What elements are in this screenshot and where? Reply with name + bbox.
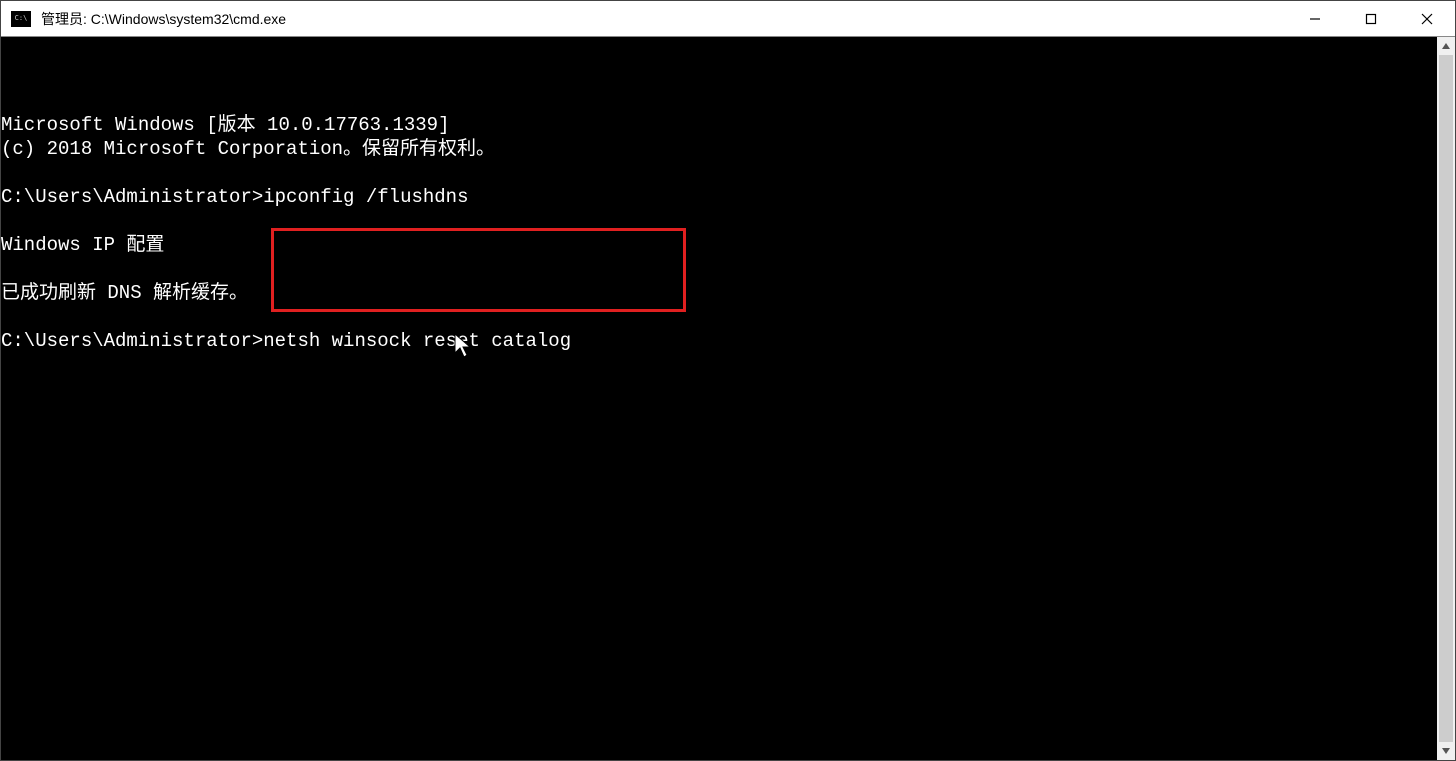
maximize-button[interactable]: [1343, 1, 1399, 36]
terminal-line: Windows IP 配置: [1, 233, 1437, 257]
terminal-line: C:\Users\Administrator>ipconfig /flushdn…: [1, 185, 1437, 209]
terminal-line: (c) 2018 Microsoft Corporation。保留所有权利。: [1, 137, 1437, 161]
terminal-line: [1, 161, 1437, 185]
titlebar[interactable]: 管理员: C:\Windows\system32\cmd.exe: [1, 1, 1455, 37]
scrollbar-up-arrow-icon[interactable]: [1437, 37, 1455, 55]
window-controls: [1287, 1, 1455, 36]
window-title: 管理员: C:\Windows\system32\cmd.exe: [41, 9, 1287, 29]
minimize-button[interactable]: [1287, 1, 1343, 36]
terminal-line: C:\Users\Administrator>netsh winsock res…: [1, 329, 1437, 353]
terminal-line: 已成功刷新 DNS 解析缓存。: [1, 281, 1437, 305]
cmd-window: 管理员: C:\Windows\system32\cmd.exe Microso…: [0, 0, 1456, 761]
terminal-line: [1, 209, 1437, 233]
terminal-line: Microsoft Windows [版本 10.0.17763.1339]: [1, 113, 1437, 137]
terminal-container: Microsoft Windows [版本 10.0.17763.1339](c…: [1, 37, 1455, 760]
terminal-line: [1, 257, 1437, 281]
scrollbar-down-arrow-icon[interactable]: [1437, 742, 1455, 760]
terminal-output[interactable]: Microsoft Windows [版本 10.0.17763.1339](c…: [1, 37, 1437, 760]
close-button[interactable]: [1399, 1, 1455, 36]
scrollbar-thumb[interactable]: [1439, 55, 1453, 742]
scrollbar-track[interactable]: [1437, 55, 1455, 742]
terminal-line: [1, 305, 1437, 329]
vertical-scrollbar[interactable]: [1437, 37, 1455, 760]
cmd-icon: [11, 11, 31, 27]
